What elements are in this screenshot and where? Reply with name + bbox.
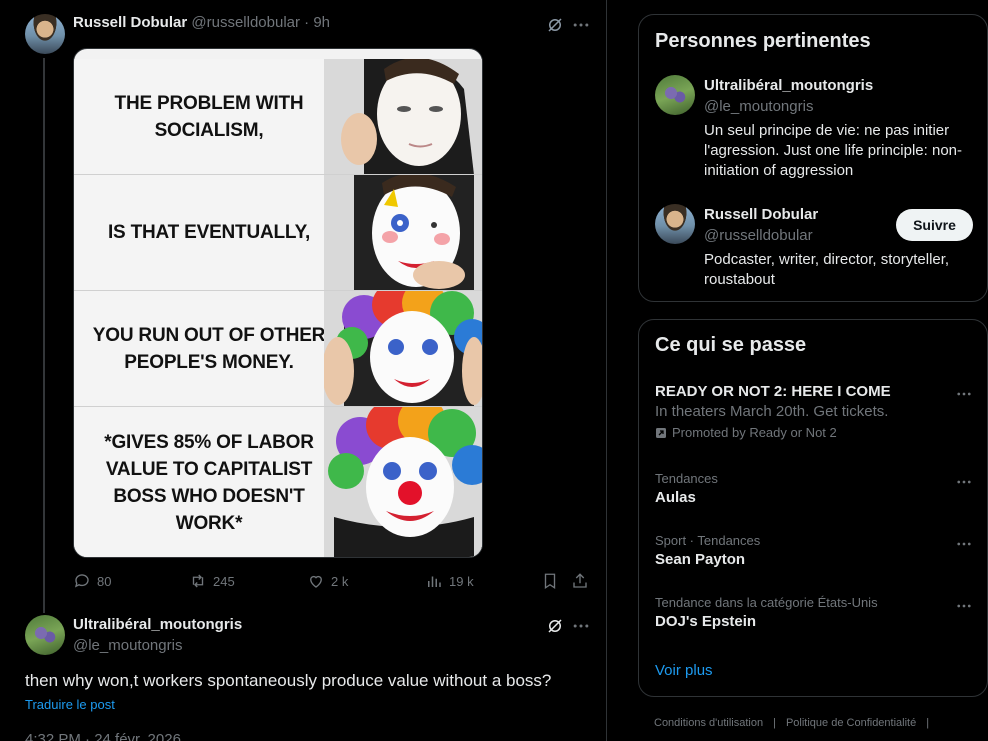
reply-icon (74, 574, 89, 588)
reply-author-handle-line: @le_moutongris (73, 637, 182, 654)
views-count: 19 k (449, 573, 474, 589)
more-options-icon[interactable] (955, 385, 973, 403)
person-handle[interactable]: @le_moutongris (704, 98, 813, 115)
person-bio: Podcaster, writer, director, storyteller… (704, 251, 950, 288)
trend-context: Tendances (655, 471, 718, 486)
more-options-icon[interactable] (571, 616, 591, 636)
trend-item[interactable]: Sport · Tendances Sean Payton (655, 533, 975, 568)
terms-link[interactable]: Conditions d'utilisation (654, 717, 763, 729)
person-avatar[interactable] (655, 75, 695, 115)
person-name[interactable]: Ultralibéral_moutongris (704, 77, 873, 94)
more-options-icon[interactable] (571, 15, 591, 35)
grok-icon[interactable] (546, 16, 564, 34)
post-header: Russell Dobular @russelldobular · 9h (73, 14, 330, 31)
meme-caption-4: *GIVES 85% OF LABOR VALUE TO CAPITALIST … (104, 432, 314, 534)
reply-author-name-line: Ultralibéral_moutongris (73, 616, 242, 633)
trend-item-promoted[interactable]: READY OR NOT 2: HERE I COME In theaters … (655, 383, 975, 440)
russell-avatar[interactable] (25, 14, 65, 54)
trend-title: READY OR NOT 2: HERE I COME (655, 383, 891, 400)
views-chart-icon (428, 576, 441, 587)
views-action[interactable]: 19 k (425, 572, 474, 590)
trend-subtitle: In theaters March 20th. Get tickets. (655, 403, 889, 420)
author-name[interactable]: Russell Dobular (73, 14, 187, 31)
meme-caption-3: YOU RUN OUT OF OTHER PEOPLE'S MONEY. (92, 324, 326, 373)
trend-title: Aulas (655, 489, 696, 506)
promoted-text: Promoted by Ready or Not 2 (672, 425, 837, 440)
reply-action[interactable]: 80 (73, 572, 111, 590)
trend-context: Tendance dans la catégorie États-Unis (655, 595, 878, 610)
bookmark-icon[interactable] (541, 572, 559, 590)
original-post[interactable]: Russell Dobular @russelldobular · 9h THE… (0, 0, 607, 600)
trend-title: DOJ's Epstein (655, 613, 757, 630)
translate-post-link[interactable]: Traduire le post (25, 697, 115, 712)
repost-count: 245 (213, 573, 235, 589)
person-name[interactable]: Russell Dobular (704, 206, 818, 223)
meme-image[interactable]: THE PROBLEM WITH SOCIALISM, IS THAT EVEN… (73, 48, 483, 558)
repost-action[interactable]: 245 (189, 572, 235, 590)
meme-panel-1: THE PROBLEM WITH SOCIALISM, (74, 59, 482, 175)
post-time[interactable]: · 9h (304, 14, 330, 31)
relevant-people-title: Personnes pertinentes (655, 30, 871, 52)
meme-panel-4: *GIVES 85% OF LABOR VALUE TO CAPITALIST … (74, 407, 482, 557)
trend-item[interactable]: Tendance dans la catégorie États-Unis DO… (655, 595, 975, 630)
meme-caption-2: IS THAT EVENTUALLY, (107, 222, 311, 243)
whats-happening-title: Ce qui se passe (655, 334, 807, 356)
reply-author-handle[interactable]: @le_moutongris (73, 637, 182, 654)
timeline: Russell Dobular @russelldobular · 9h THE… (0, 0, 607, 741)
trend-item[interactable]: Tendances Aulas (655, 471, 975, 506)
like-action[interactable]: 2 k (307, 572, 348, 590)
post-timestamp[interactable]: 4:32 PM · 24 févr. 2026 (25, 731, 181, 741)
clown-face-full (324, 407, 482, 557)
post-actions: 80 245 2 k 19 k (73, 572, 593, 592)
reply-count: 80 (97, 573, 112, 589)
repost-icon (192, 574, 204, 588)
footer-separator: | (773, 717, 776, 729)
whats-happening-card: Ce qui se passe READY OR NOT 2: HERE I C… (638, 319, 988, 697)
author-handle[interactable]: @russelldobular (191, 14, 300, 31)
like-count: 2 k (331, 573, 349, 589)
heart-icon (310, 575, 322, 588)
clown-face-makeup (324, 175, 482, 290)
reply-author-name[interactable]: Ultralibéral_moutongris (73, 616, 242, 633)
meme-panel-3: YOU RUN OUT OF OTHER PEOPLE'S MONEY. (74, 291, 482, 407)
follow-button[interactable]: Suivre (896, 209, 973, 241)
person-ultraliberal[interactable]: Ultralibéral_moutongris @le_moutongris U… (655, 75, 975, 185)
trend-title: Sean Payton (655, 551, 746, 568)
trend-context: Sport · Tendances (655, 533, 761, 548)
more-options-icon[interactable] (955, 597, 973, 615)
person-russell[interactable]: Russell Dobular @russelldobular Podcaste… (655, 204, 975, 294)
grok-icon[interactable] (546, 617, 564, 635)
footer-links: Conditions d'utilisation | Politique de … (654, 717, 929, 729)
relevant-people-card: Personnes pertinentes Ultralibéral_mouto… (638, 14, 988, 302)
meme-caption-1: THE PROBLEM WITH SOCIALISM, (114, 92, 304, 141)
privacy-link[interactable]: Politique de Confidentialité (786, 717, 916, 729)
share-icon[interactable] (571, 572, 589, 590)
clown-face-plain (324, 59, 482, 174)
person-handle[interactable]: @russelldobular (704, 227, 813, 244)
more-options-icon[interactable] (955, 535, 973, 553)
ultraliberal-avatar[interactable] (25, 615, 65, 655)
reply-text: then why won,t workers spontaneously pro… (25, 671, 552, 690)
show-more-link[interactable]: Voir plus (655, 662, 713, 679)
footer-separator: | (926, 717, 930, 729)
person-bio: Un seul principe de vie: ne pas initier … (704, 122, 963, 179)
meme-panel-2: IS THAT EVENTUALLY, (74, 175, 482, 291)
person-avatar[interactable] (655, 204, 695, 244)
clown-face-wig (324, 291, 482, 406)
promoted-label: Promoted by Ready or Not 2 (655, 425, 975, 440)
more-options-icon[interactable] (955, 473, 973, 491)
promoted-icon (656, 427, 666, 438)
